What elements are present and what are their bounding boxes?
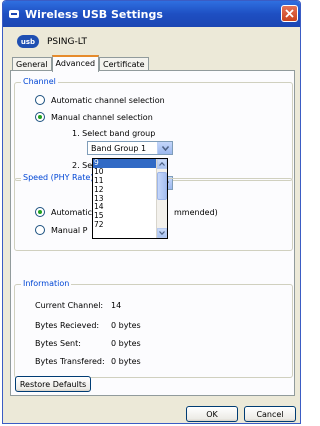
information-legend: Information bbox=[21, 279, 72, 288]
chevron-down-icon bbox=[159, 231, 165, 235]
manual-channel-radio[interactable]: Manual channel selection bbox=[35, 112, 153, 122]
info-bytes-sent: Bytes Sent: 0 bytes bbox=[35, 339, 141, 348]
speed-automatic-label: Automatic bbox=[51, 207, 93, 217]
close-button[interactable] bbox=[281, 5, 298, 22]
auto-channel-label: Automatic channel selection bbox=[51, 95, 165, 105]
scroll-down-button[interactable] bbox=[157, 228, 167, 238]
channel-legend: Channel bbox=[21, 77, 58, 86]
title-bar[interactable]: Wireless USB Settings bbox=[3, 1, 300, 27]
chevron-up-icon bbox=[159, 162, 165, 166]
info-value: 0 bytes bbox=[111, 339, 141, 348]
info-value: 0 bytes bbox=[111, 357, 141, 366]
channel-dropdown-list[interactable]: 9 10 11 12 13 14 15 72 bbox=[92, 158, 168, 239]
radio-checked-icon bbox=[35, 207, 45, 217]
device-name: PSING-LT bbox=[47, 36, 88, 47]
band-group-select[interactable]: Band Group 1 bbox=[87, 141, 173, 155]
usb-icon: usb bbox=[17, 35, 39, 48]
band-group-value: Band Group 1 bbox=[91, 143, 147, 153]
restore-defaults-button[interactable]: Restore Defaults bbox=[15, 376, 91, 392]
tab-advanced[interactable]: Advanced bbox=[51, 55, 100, 72]
radio-checked-icon bbox=[35, 112, 45, 122]
speed-automatic-radio[interactable]: Automatic bbox=[35, 207, 92, 217]
info-value: 14 bbox=[111, 301, 122, 310]
scroll-up-button[interactable] bbox=[157, 159, 167, 169]
info-bytes-transfered: Bytes Transfered: 0 bytes bbox=[35, 357, 141, 366]
close-icon bbox=[285, 9, 294, 18]
radio-unchecked-icon bbox=[35, 95, 45, 105]
info-current-channel: Current Channel: 14 bbox=[35, 301, 121, 310]
channel-option[interactable]: 72 bbox=[93, 220, 157, 230]
speed-manual-label: Manual P bbox=[51, 225, 88, 235]
window-title: Wireless USB Settings bbox=[25, 7, 163, 21]
usb-window-icon bbox=[9, 10, 19, 18]
chevron-down-icon[interactable] bbox=[157, 142, 172, 154]
tab-certificate[interactable]: Certificate bbox=[99, 57, 149, 71]
radio-unchecked-icon bbox=[35, 225, 45, 235]
device-header: usb PSING-LT bbox=[17, 35, 87, 48]
auto-channel-radio[interactable]: Automatic channel selection bbox=[35, 95, 165, 105]
manual-channel-label: Manual channel selection bbox=[51, 112, 153, 122]
info-key: Current Channel: bbox=[35, 301, 104, 310]
speed-manual-radio[interactable]: Manual P bbox=[35, 225, 87, 235]
speed-legend: Speed (PHY Rate) bbox=[21, 173, 96, 182]
info-key: Bytes Transfered: bbox=[35, 357, 105, 366]
info-key: Bytes Recieved: bbox=[35, 321, 100, 330]
info-bytes-received: Bytes Recieved: 0 bytes bbox=[35, 321, 141, 330]
tab-general[interactable]: General bbox=[12, 57, 52, 71]
band-group-label: 1. Select band group bbox=[72, 129, 156, 138]
info-value: 0 bytes bbox=[111, 321, 141, 330]
cancel-button[interactable]: Cancel bbox=[244, 406, 296, 422]
scroll-thumb[interactable] bbox=[157, 172, 167, 200]
ok-button[interactable]: OK bbox=[186, 406, 238, 422]
speed-recommended-text: mmended) bbox=[174, 208, 218, 217]
info-key: Bytes Sent: bbox=[35, 339, 81, 348]
dropdown-scrollbar[interactable] bbox=[156, 159, 167, 238]
